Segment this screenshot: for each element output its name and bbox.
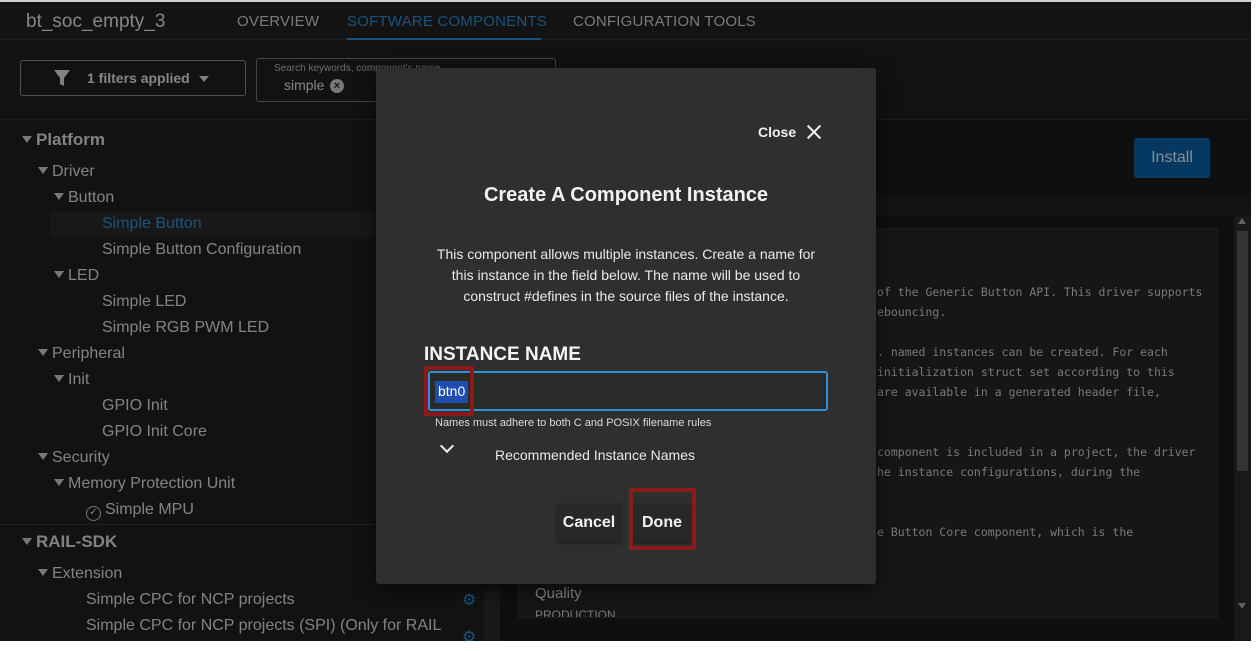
recommended-names-toggle[interactable]: Recommended Instance Names <box>439 438 695 463</box>
highlight-box <box>424 366 474 416</box>
instance-name-input[interactable]: btn0 <box>428 371 828 411</box>
create-instance-dialog: Close Create A Component Instance This c… <box>376 68 876 584</box>
recommended-names-label: Recommended Instance Names <box>495 447 695 463</box>
close-label: Close <box>758 124 797 140</box>
cancel-button[interactable]: Cancel <box>557 504 621 542</box>
app-window: bt_soc_empty_3 OVERVIEW SOFTWARE COMPONE… <box>0 0 1251 641</box>
dialog-description: This component allows multiple instances… <box>436 246 816 304</box>
close-button[interactable]: Close <box>758 124 822 140</box>
instance-name-hint: Names must adhere to both C and POSIX fi… <box>435 417 712 429</box>
highlight-box <box>629 488 696 550</box>
dialog-title: Create A Component Instance <box>483 184 769 206</box>
instance-name-label: INSTANCE NAME <box>424 344 581 365</box>
chevron-down-icon <box>439 438 455 454</box>
close-icon <box>806 124 822 140</box>
